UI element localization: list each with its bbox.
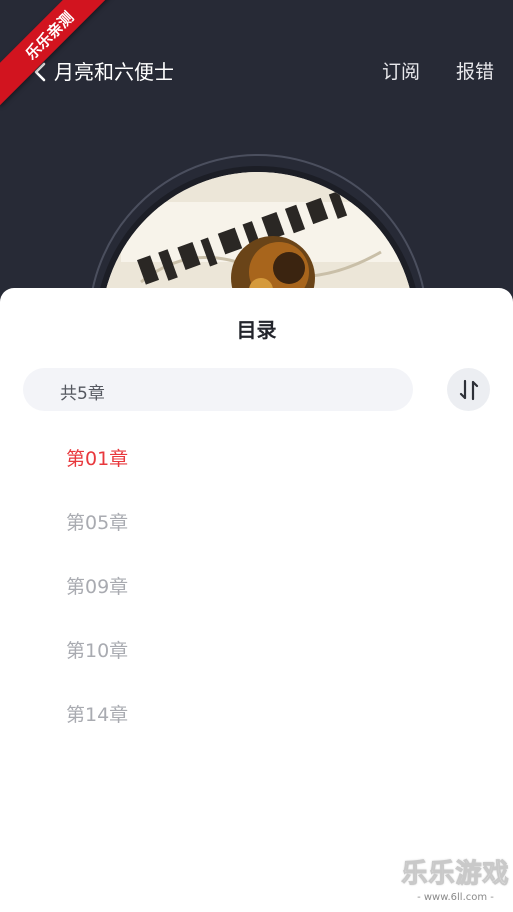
watermark-url: - www.6ll.com -: [417, 892, 494, 903]
subscribe-button[interactable]: 订阅: [382, 57, 420, 87]
cover-art-image: [101, 172, 415, 290]
chapter-count-text: 共5章: [60, 384, 105, 404]
player-header: 月亮和六便士 订阅 报错: [0, 0, 513, 290]
sort-order-icon: [459, 379, 478, 400]
chapter-item[interactable]: 第14章: [66, 700, 128, 727]
chapter-count-bar: 共5章: [23, 368, 413, 411]
chapter-item[interactable]: 第09章: [66, 572, 128, 599]
site-watermark: 乐乐游戏 - www.6ll.com -: [398, 858, 513, 904]
sort-button[interactable]: [447, 368, 490, 411]
catalog-title: 目录: [236, 318, 277, 342]
catalog-sheet: 目录 共5章 第01章 第05章 第09章 第10章 第14章: [0, 288, 513, 912]
album-cover: [101, 172, 415, 290]
page-title: 月亮和六便士: [54, 60, 174, 84]
report-error-button[interactable]: 报错: [456, 57, 494, 87]
chapter-item[interactable]: 第10章: [66, 636, 128, 663]
top-nav: 月亮和六便士 订阅 报错: [0, 50, 513, 94]
chapter-item[interactable]: 第01章: [66, 444, 128, 471]
watermark-name: 乐乐游戏: [401, 859, 510, 890]
chapter-item[interactable]: 第05章: [66, 508, 128, 535]
